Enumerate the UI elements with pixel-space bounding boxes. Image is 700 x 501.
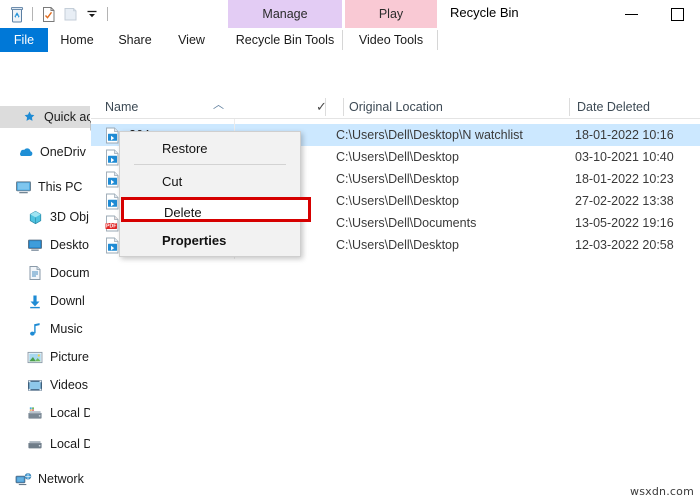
file-date-deleted: 18-01-2022 10:16 [575,128,674,142]
sidebar-item-label: Downl [50,294,85,308]
context-menu-item-delete[interactable]: Delete [124,200,314,225]
file-date-deleted: 13-05-2022 19:16 [575,216,674,230]
tab-share[interactable]: Share [106,28,164,52]
sidebar-item-local-disk-c[interactable]: Local D [0,402,90,424]
recycle-bin-icon[interactable] [6,3,28,25]
navigation-bar: ← → ⌄ ↑ ❯ Recycle Bin ❯ I – P, Other ⌄ [0,53,700,137]
file-original-location: C:\Users\Dell\Desktop [336,150,459,164]
network-icon [14,470,32,488]
file-original-location: C:\Users\Dell\Desktop [336,194,459,208]
3d-objects-icon [26,208,44,226]
pictures-icon [26,348,44,366]
checkmark-icon[interactable]: ✓ [316,99,327,115]
sidebar-item-label: Local D [50,437,90,451]
videos-icon [26,376,44,394]
sidebar-item-documents[interactable]: Docum [0,262,90,284]
sidebar-item-desktop[interactable]: Deskto [0,234,90,256]
column-divider-2[interactable] [343,98,344,116]
sidebar-item-downloads[interactable]: Downl [0,290,90,312]
star-pin-icon [20,108,38,126]
sidebar-item-label: Network [38,472,84,486]
sidebar-item-this-pc[interactable]: This PC [0,176,90,198]
sidebar-item-network[interactable]: Network [0,468,90,490]
file-original-location: C:\Users\Dell\Documents [336,216,477,230]
sidebar-item-label: OneDriv [40,145,86,159]
minimize-icon [624,13,638,15]
contextual-group-play-header: Play [345,0,437,28]
properties-icon[interactable] [37,3,59,25]
context-menu-item-restore[interactable]: Restore [120,135,300,161]
delete-highlight-annotation: Delete [121,197,311,222]
column-header-original-location[interactable]: Original Location [349,96,569,118]
sidebar-item-label: 3D Obj [50,210,89,224]
music-icon [26,320,44,338]
tab-recycle-bin-tools[interactable]: Recycle Bin Tools [228,28,342,52]
window-controls [608,0,700,28]
toolbar-divider-2 [107,7,108,21]
ribbon-group-divider-2 [437,30,438,50]
window-title: Recycle Bin [450,5,519,20]
sidebar-item-videos[interactable]: Videos [0,374,90,396]
sidebar-item-local-disk-d[interactable]: Local D [0,433,90,455]
sidebar-item-label: Deskto [50,238,89,252]
contextual-group-manage-header: Manage [228,0,342,28]
file-explorer-window: Recycle Bin File Home Share View Manage … [0,0,700,501]
tab-home[interactable]: Home [48,28,106,52]
ribbon-group-divider-1 [342,30,343,50]
file-date-deleted: 03-10-2021 10:40 [575,150,674,164]
file-original-location: C:\Users\Dell\Desktop [336,172,459,186]
sidebar-item-label: Videos [50,378,88,392]
file-original-location: C:\Users\Dell\Desktop\N watchlist [336,128,523,142]
local-disk-windows-icon [26,404,44,422]
monitor-icon [14,178,32,196]
minimize-button[interactable] [608,0,654,28]
column-header-date-deleted[interactable]: Date Deleted [577,96,697,118]
tab-file[interactable]: File [0,28,48,52]
file-date-deleted: 27-02-2022 13:38 [575,194,674,208]
tab-video-tools[interactable]: Video Tools [345,28,437,52]
documents-icon [26,264,44,282]
cloud-icon [16,143,34,161]
context-menu: Restore Cut Properties [119,131,301,257]
sidebar-item-label: This PC [38,180,83,194]
file-date-deleted: 18-01-2022 10:23 [575,172,674,186]
sidebar-item-quick-access[interactable]: Quick ac [0,106,90,128]
maximize-icon [670,7,684,21]
sidebar-item-label: Local D [50,406,90,420]
sidebar-item-music[interactable]: Music [0,318,90,340]
svg-text:PDF: PDF [106,223,116,229]
context-menu-item-cut[interactable]: Cut [120,168,300,194]
sort-ascending-icon: ︿ [213,99,224,111]
sidebar-item-label: Picture [50,350,89,364]
column-header-name[interactable]: Name [105,96,305,118]
toolbar-divider [32,7,33,21]
file-date-deleted: 12-03-2022 20:58 [575,238,674,252]
local-disk-icon [26,435,44,453]
sidebar-item-label: Music [50,322,83,336]
folder-icon[interactable] [59,3,81,25]
customize-dropdown-icon[interactable] [81,3,103,25]
sidebar-item-label: Quick ac [44,110,90,124]
desktop-icon [26,236,44,254]
tab-view[interactable]: View [164,28,219,52]
context-menu-item-properties[interactable]: Properties [120,227,300,253]
quick-access-toolbar [6,2,112,26]
sidebar-item-onedrive[interactable]: OneDriv [0,141,90,163]
sidebar-item-label: Docum [50,266,90,280]
file-original-location: C:\Users\Dell\Desktop [336,238,459,252]
sidebar-item-3d-objects[interactable]: 3D Obj [0,206,90,228]
watermark: wsxdn.com [630,485,694,498]
downloads-icon [26,292,44,310]
column-header-row: Name Original Location Date Deleted [91,96,700,118]
sidebar-item-pictures[interactable]: Picture [0,346,90,368]
navigation-pane: Quick ac OneDriv This PC 3D Obj Deskto D… [0,96,90,501]
column-divider-3[interactable] [569,98,570,116]
maximize-button[interactable] [654,0,700,28]
context-menu-separator-1 [134,164,286,165]
